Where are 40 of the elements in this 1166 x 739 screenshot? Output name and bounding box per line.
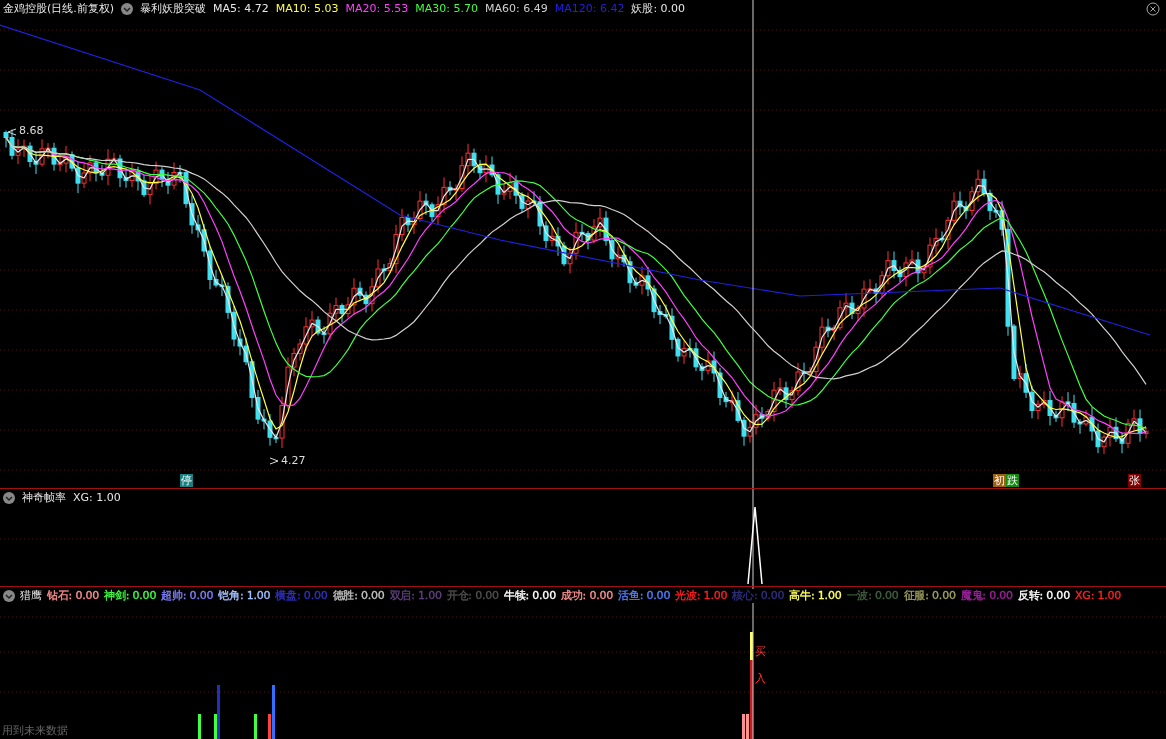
panel-title: 神奇帧率 — [22, 491, 66, 505]
indicator-value: 一波: 0.00 — [846, 589, 899, 603]
indicator-value: 神剑: 0.00 — [104, 589, 157, 603]
indicator-value: 铠角: 1.00 — [218, 589, 271, 603]
close-icon[interactable] — [1146, 2, 1160, 16]
indicator-value: 活鱼: 0.00 — [618, 589, 671, 603]
indicator-value: 魔鬼: 0.00 — [960, 589, 1013, 603]
price-label: 8.68 — [19, 124, 44, 137]
indicator-value: 反转: 0.00 — [1017, 589, 1070, 603]
indicator-value: 超帅: 0.00 — [161, 589, 214, 603]
indicator-value: 开仓: 0.00 — [446, 589, 499, 603]
indicator-value: 高牛: 1.00 — [789, 589, 842, 603]
signal-bar — [254, 714, 257, 739]
panel-title: 猎鹰 — [20, 589, 42, 603]
indicator-value: 德胜: 0.00 — [332, 589, 385, 603]
indicator-value: 钻石: 0.00 — [47, 589, 100, 603]
signal-marker: 停 — [180, 474, 193, 487]
stock-title: 金鸡控股(日线.前复权) — [3, 2, 115, 16]
signal-bar — [198, 714, 201, 739]
signal-text: 入 — [755, 671, 766, 686]
formula-name: 暴利妖股突破 — [140, 2, 207, 16]
indicator-value: XG: 1.00 — [1074, 589, 1122, 603]
indicator-value: 牛犊: 0.00 — [503, 589, 556, 603]
indicator-value: 光波: 1.00 — [675, 589, 728, 603]
signal-text: 买 — [755, 644, 766, 659]
indicator-value: 成功: 0.00 — [561, 589, 614, 603]
indicator-value: 双启: 1.00 — [389, 589, 442, 603]
signal-marker: 跌 — [1006, 474, 1019, 487]
indicator-value: 横盘: 0.00 — [275, 589, 328, 603]
signal-marker: 初 — [993, 474, 1006, 487]
dropdown-icon[interactable] — [3, 590, 15, 602]
dropdown-icon[interactable] — [3, 492, 15, 504]
indicator-value: 征服: 0.00 — [903, 589, 956, 603]
warning-text: 用到未来数据 — [2, 723, 68, 738]
indicator-value: 核心: 0.00 — [732, 589, 785, 603]
signal-marker: 张 — [1128, 474, 1141, 487]
arrow-icon — [269, 457, 279, 465]
indicator-value: 妖股: 0.00 — [631, 2, 686, 16]
dropdown-icon[interactable] — [121, 3, 134, 15]
price-label: 4.27 — [281, 454, 306, 467]
